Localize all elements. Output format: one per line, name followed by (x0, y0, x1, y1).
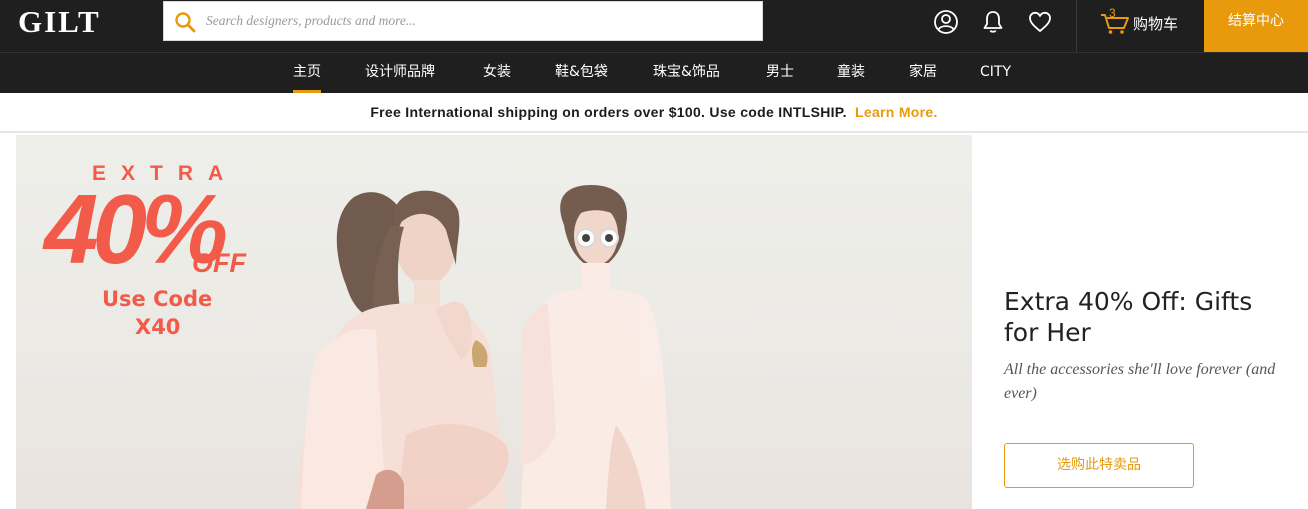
search-input[interactable] (206, 2, 756, 40)
nav-item-home[interactable]: 主页 (293, 53, 321, 93)
nav-item-home-goods[interactable]: 家居 (909, 53, 937, 93)
gilt-logo[interactable]: GILT (18, 6, 101, 37)
top-bar: GILT 3 购物车 结算中心 (0, 0, 1308, 52)
checkout-button[interactable]: 结算中心 (1204, 0, 1308, 52)
category-nav: 主页 设计师品牌 女装 鞋&包袋 珠宝&饰品 男士 童装 家居 CITY (0, 52, 1308, 93)
nav-item-women[interactable]: 女装 (483, 53, 511, 93)
cart-count: 3 (1109, 6, 1116, 20)
sale-title[interactable]: Extra 40% Off: Gifts for Her (1004, 286, 1294, 348)
hero-code-label: Use Code (102, 287, 213, 311)
shop-sale-button[interactable]: 选购此特卖品 (1004, 443, 1194, 488)
nav-item-men[interactable]: 男士 (766, 53, 794, 93)
user-icon[interactable] (933, 9, 959, 35)
cart-label: 购物车 (1133, 15, 1179, 33)
learn-more-link[interactable]: Learn More. (855, 104, 938, 120)
nav-item-kids[interactable]: 童装 (837, 53, 865, 93)
search-bar[interactable] (163, 1, 763, 41)
model-left (296, 190, 509, 509)
nav-item-designers[interactable]: 设计师品牌 (365, 53, 435, 93)
sale-subtitle: All the accessories she'll love forever … (1004, 361, 1276, 402)
promo-text: Free International shipping on orders ov… (370, 104, 847, 120)
hero-code-value: X40 (135, 315, 181, 339)
search-icon[interactable] (174, 11, 196, 33)
nav-item-shoes-bags[interactable]: 鞋&包袋 (555, 53, 608, 93)
bell-icon[interactable] (980, 9, 1006, 35)
heart-icon[interactable] (1027, 9, 1053, 35)
nav-item-city[interactable]: CITY (980, 53, 1011, 93)
hero-banner[interactable]: EXTRA 40% OFF Use Code X40 (16, 135, 972, 509)
nav-item-jewelry[interactable]: 珠宝&饰品 (653, 53, 720, 93)
sale-info: Extra 40% Off: Gifts for Her All the acc… (1004, 286, 1294, 406)
header-divider (1076, 0, 1077, 52)
shipping-promo-banner: Free International shipping on orders ov… (0, 93, 1308, 133)
model-right (521, 185, 671, 509)
hero-off-text: OFF (192, 248, 246, 278)
cart-button[interactable]: 3 购物车 (1098, 0, 1198, 52)
